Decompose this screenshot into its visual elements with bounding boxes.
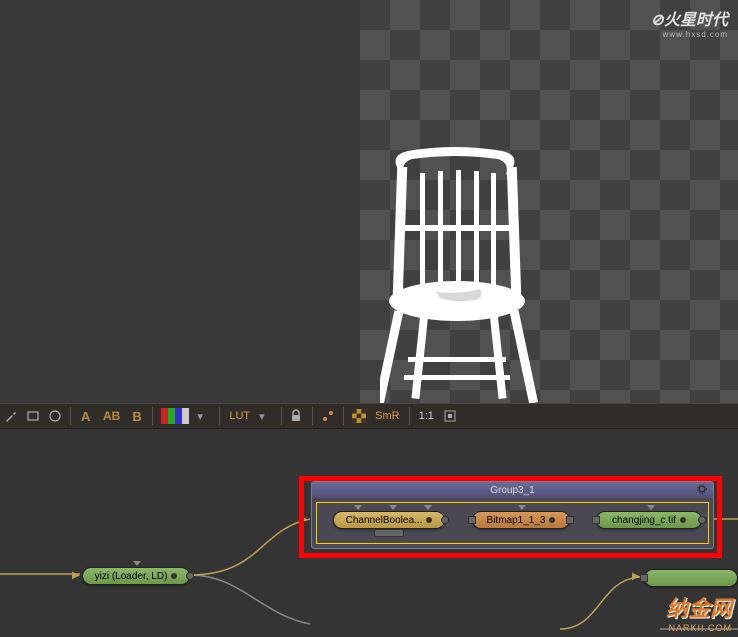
watermark-top-title: 火星时代: [664, 12, 728, 29]
node-yizi[interactable]: yizi (Loader, LD): [82, 567, 190, 585]
buffer-b-button[interactable]: B: [128, 406, 146, 426]
eyedropper-icon[interactable]: [2, 406, 20, 426]
node-partial-right[interactable]: [644, 569, 738, 587]
node-label: yizi (Loader, LD): [95, 571, 168, 582]
dropdown-arrow-icon[interactable]: ▾: [257, 406, 275, 426]
dropdown-arrow-icon[interactable]: ▾: [195, 406, 213, 426]
lock-icon[interactable]: [288, 406, 306, 426]
node-channelboolean[interactable]: ChannelBoolea...: [333, 511, 445, 529]
buffer-ab-button[interactable]: AB: [99, 406, 124, 426]
watermark-bottom-title: 纳金网: [666, 591, 732, 623]
toolbar-separator: [312, 407, 313, 425]
zoom-ratio-button[interactable]: 1:1: [416, 406, 437, 426]
node-label: Bitmap1_1_3: [487, 515, 546, 526]
lut-button[interactable]: LUT: [226, 406, 253, 426]
group-header[interactable]: Group3_1: [312, 482, 713, 498]
watermark-bottom-url: NARKII.COM: [666, 623, 732, 633]
rect-tool-icon[interactable]: [24, 406, 42, 426]
watermark-top-url: www.hxsd.com: [651, 30, 728, 39]
node-subport[interactable]: [374, 529, 404, 537]
toolbar-separator: [409, 407, 410, 425]
flow-panel[interactable]: ▶ ▶ ▶ Group3_1 ChannelBoolea... Bitmap1_…: [0, 429, 738, 637]
watermark-top: ⊘火星时代 www.hxsd.com: [651, 6, 728, 39]
toolbar-separator: [343, 407, 344, 425]
node-changjing[interactable]: changjing_c.tif: [596, 511, 702, 529]
toolbar-separator: [152, 407, 153, 425]
group-title: Group3_1: [490, 485, 534, 496]
toolbar-separator: [70, 407, 71, 425]
gain-icon[interactable]: [319, 406, 337, 426]
group-settings-icon[interactable]: [697, 484, 707, 497]
node-label: changjing_c.tif: [612, 515, 676, 526]
watermark-bottom: 纳金网 NARKII.COM: [666, 591, 732, 633]
viewer-panel: ⊘火星时代 www.hxsd.com: [0, 0, 738, 403]
circle-tool-icon[interactable]: [46, 406, 64, 426]
viewer-toolbar: A AB B ▾ LUT ▾ SmR 1:1: [0, 403, 738, 429]
checker-icon[interactable]: [350, 406, 368, 426]
fit-icon[interactable]: [441, 406, 459, 426]
node-label: ChannelBoolea...: [346, 515, 423, 526]
smr-button[interactable]: SmR: [372, 406, 402, 426]
node-bitmap[interactable]: Bitmap1_1_3: [472, 511, 570, 529]
buffer-a-button[interactable]: A: [77, 406, 95, 426]
alpha-checker-bg: [360, 0, 738, 403]
color-channels-swatch[interactable]: [159, 406, 191, 426]
wire-arrow-icon: ▶: [632, 571, 640, 582]
wire-arrow-icon: ▶: [72, 570, 80, 581]
toolbar-separator: [219, 407, 220, 425]
toolbar-separator: [281, 407, 282, 425]
